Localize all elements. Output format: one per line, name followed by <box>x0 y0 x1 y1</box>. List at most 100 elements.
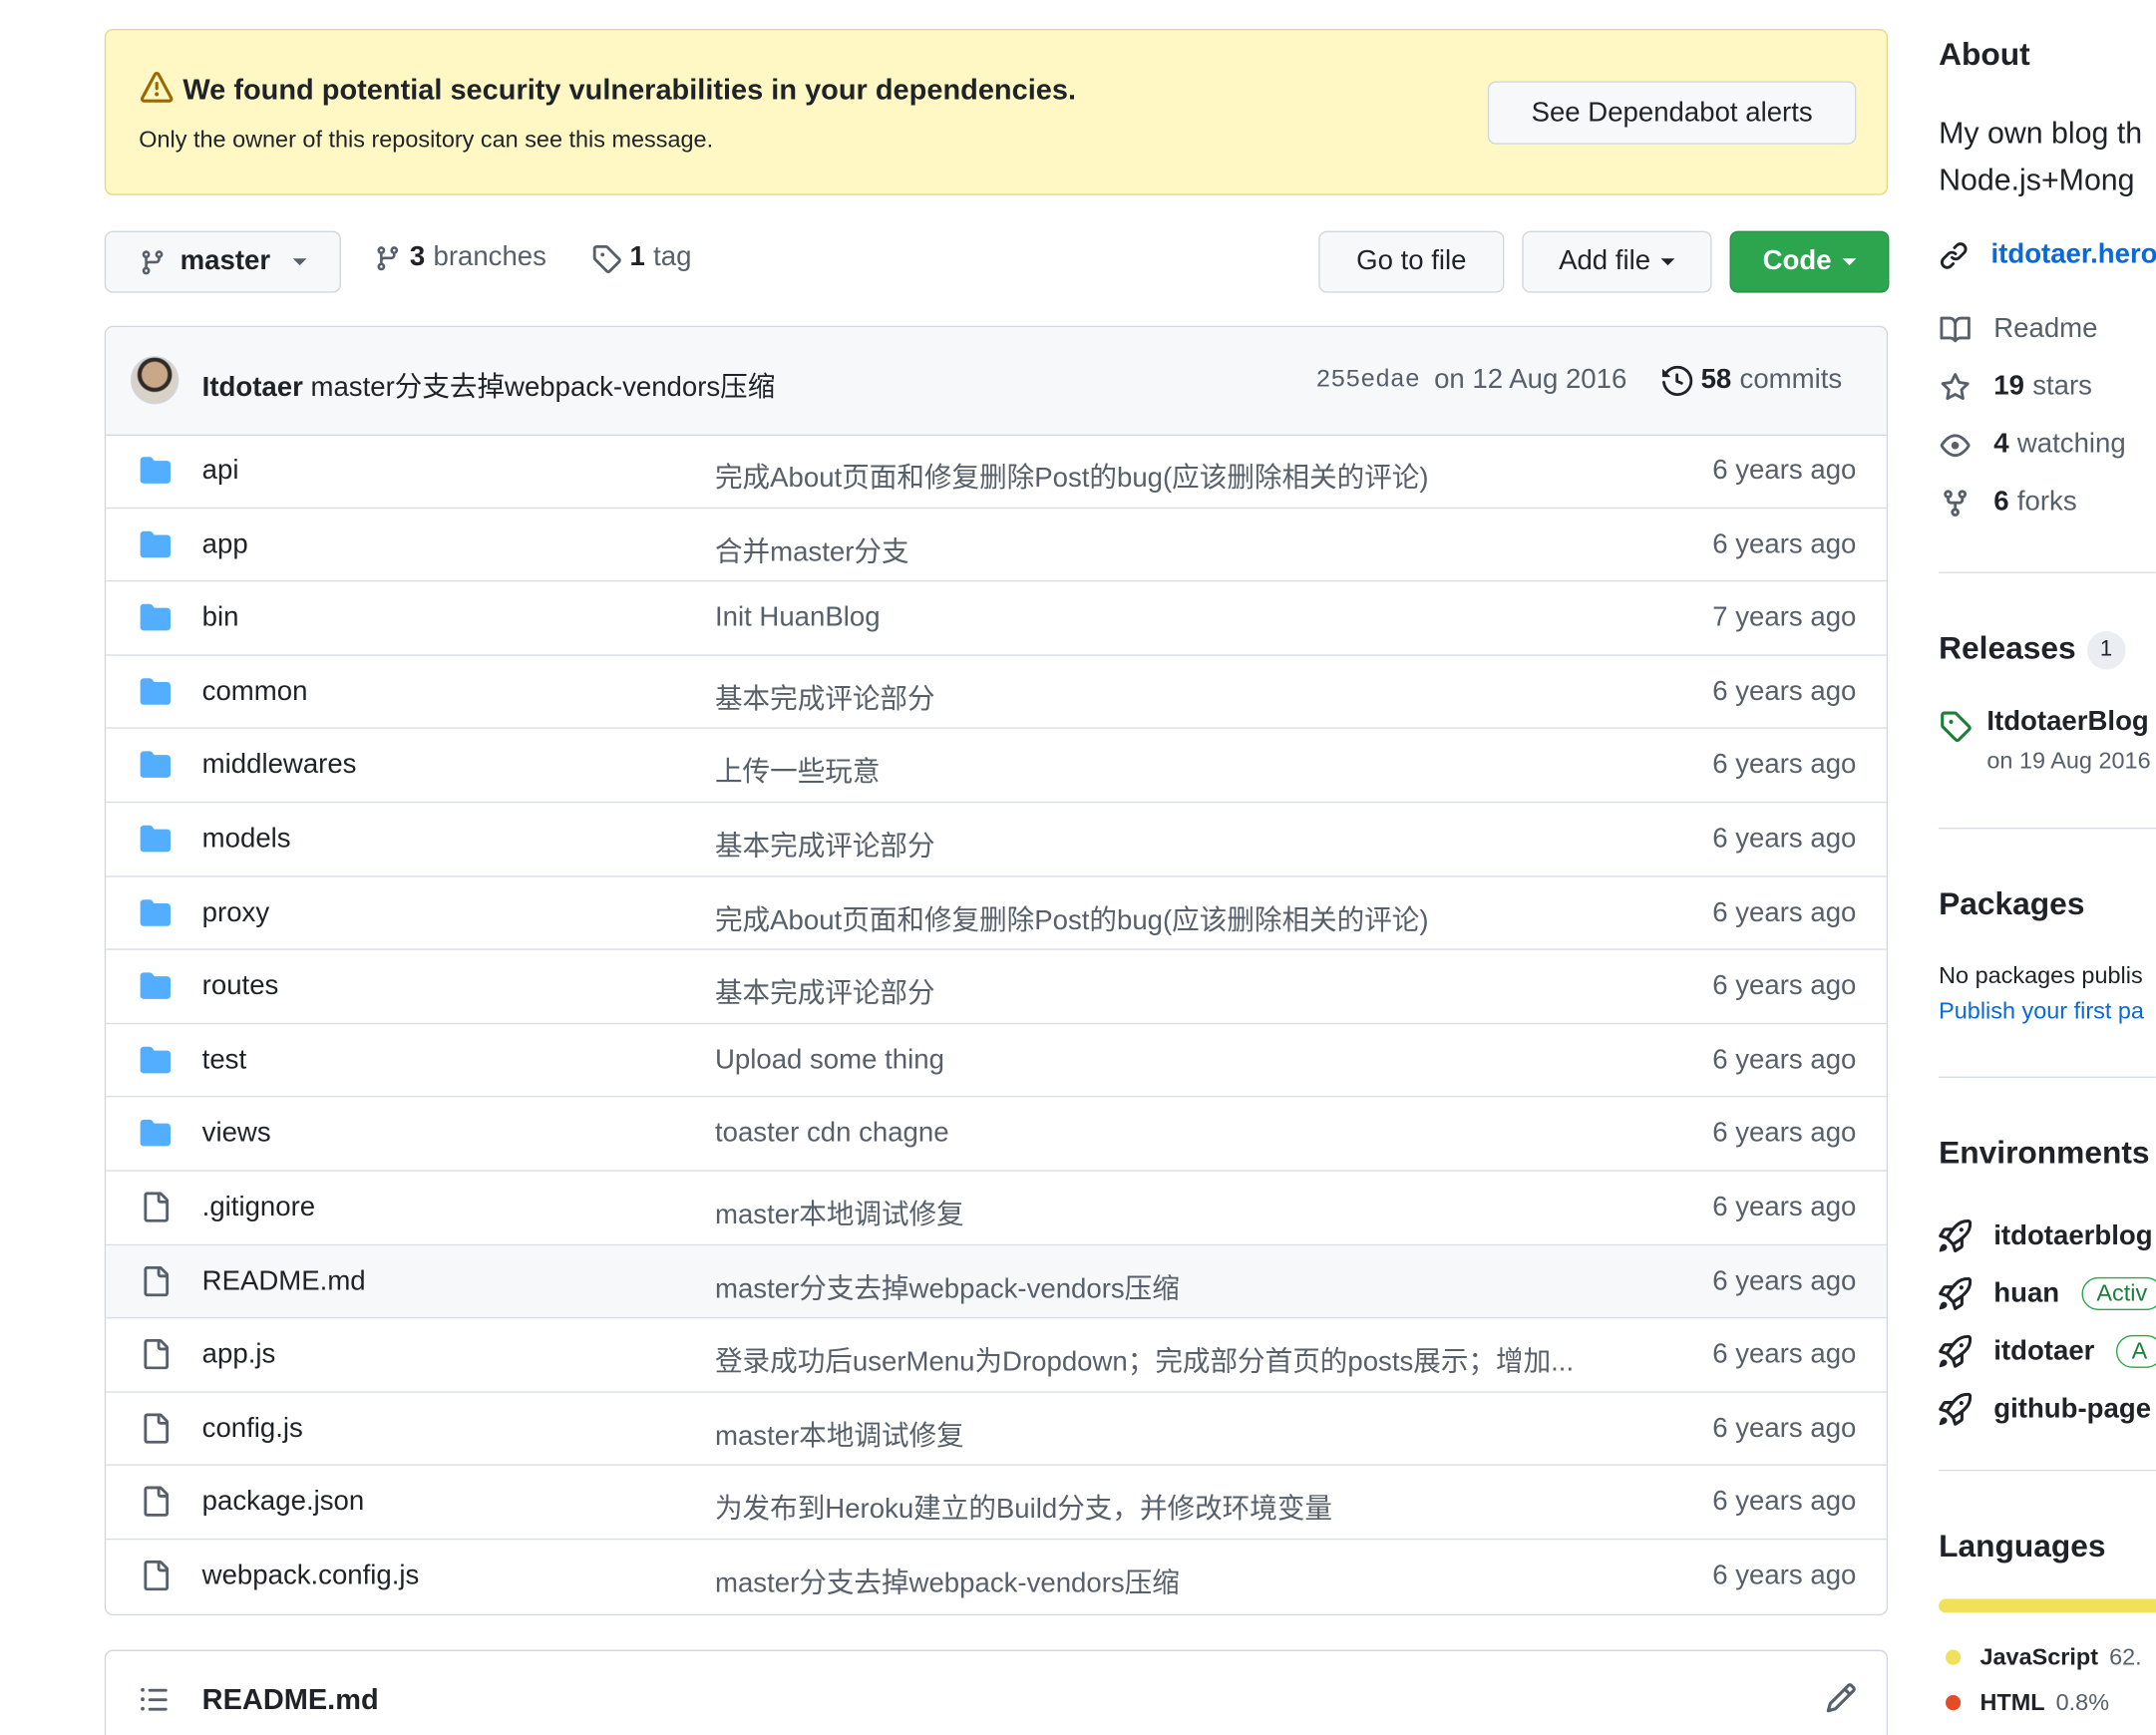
about-description: My own blog th Node.js+Mong <box>1939 110 2142 203</box>
file-commit-message[interactable]: 上传一些玩意 <box>715 750 1622 790</box>
file-name[interactable]: proxy <box>202 897 269 929</box>
file-name[interactable]: test <box>202 1045 246 1077</box>
folder-icon <box>139 824 172 854</box>
file-name[interactable]: app.js <box>202 1339 276 1371</box>
file-row[interactable]: common 基本完成评论部分 6 years ago <box>106 655 1887 730</box>
tag-icon <box>1939 709 1972 743</box>
publish-package-link[interactable]: Publish your first pa <box>1939 998 2144 1026</box>
file-row[interactable]: .gitignore master本地调试修复 6 years ago <box>106 1172 1887 1245</box>
file-commit-message[interactable]: master分支去掉webpack-vendors压缩 <box>715 1561 1622 1600</box>
file-name[interactable]: app <box>202 528 248 560</box>
pencil-icon[interactable] <box>1825 1681 1858 1714</box>
packages-heading[interactable]: Packages <box>1939 885 2084 922</box>
latest-commit-bar: Itdotaer master分支去掉webpack-vendors压缩 255… <box>106 327 1887 437</box>
file-row[interactable]: README.md master分支去掉webpack-vendors压缩 6 ye… <box>106 1244 1887 1319</box>
file-commit-message[interactable]: master本地调试修复 <box>715 1413 1622 1453</box>
language-item[interactable]: HTML 0.8% <box>1946 1680 2142 1726</box>
folder-icon <box>139 602 172 632</box>
sidebar-divider <box>1939 1469 2156 1472</box>
add-file-button[interactable]: Add file <box>1522 230 1712 293</box>
file-name[interactable]: .gitignore <box>202 1192 315 1223</box>
tags-link[interactable]: 1 tag <box>591 242 691 274</box>
file-name[interactable]: views <box>202 1118 271 1150</box>
commit-sha[interactable]: 255edae <box>1316 367 1420 395</box>
readme-title[interactable]: README.md <box>202 1684 379 1717</box>
file-row[interactable]: api 完成About页面和修复删除Post的bug(应该删除相关的评论) 6 ye… <box>106 435 1887 509</box>
file-commit-message[interactable]: Init HuanBlog <box>715 602 1622 634</box>
file-row[interactable]: webpack.config.js master分支去掉webpack-vendo… <box>106 1540 1887 1613</box>
file-row[interactable]: app 合并master分支 6 years ago <box>106 509 1887 582</box>
file-commit-message[interactable]: master分支去掉webpack-vendors压缩 <box>715 1265 1622 1305</box>
history-icon <box>1661 365 1693 396</box>
file-row[interactable]: middlewares 上传一些玩意 6 years ago <box>106 729 1887 804</box>
latest-release-name[interactable]: ItdotaerBlog <box>1986 707 2148 739</box>
file-commit-age: 6 years ago <box>1712 455 1857 486</box>
code-button[interactable]: Code <box>1729 230 1890 293</box>
commit-author[interactable]: Itdotaer <box>202 373 303 403</box>
file-commit-message[interactable]: 基本完成评论部分 <box>715 971 1622 1011</box>
stars-link[interactable]: 19 stars <box>1939 371 2092 403</box>
branches-link[interactable]: 3 branches <box>374 242 546 274</box>
environment-item[interactable]: itdotaer A <box>1939 1322 2156 1380</box>
file-commit-message[interactable]: 合并master分支 <box>715 528 1622 568</box>
file-commit-message[interactable]: 基本完成评论部分 <box>715 824 1622 864</box>
watching-link[interactable]: 4 watching <box>1939 429 2126 461</box>
file-commit-age: 6 years ago <box>1712 1560 1857 1591</box>
star-icon <box>1939 372 1972 402</box>
file-name[interactable]: config.js <box>202 1413 303 1445</box>
file-name[interactable]: models <box>202 824 291 856</box>
file-name[interactable]: bin <box>202 602 239 634</box>
readme-label: Readme <box>1993 313 2098 344</box>
language-name: JavaScript <box>1979 1643 2099 1670</box>
file-name[interactable]: routes <box>202 971 279 1003</box>
file-row[interactable]: routes 基本完成评论部分 6 years ago <box>106 950 1887 1024</box>
file-commit-message[interactable]: toaster cdn chagne <box>715 1118 1622 1150</box>
file-commit-message[interactable]: 完成About页面和修复删除Post的bug(应该删除相关的评论) <box>715 897 1622 937</box>
environment-item[interactable]: github-page <box>1939 1380 2156 1438</box>
language-item[interactable]: JavaScript 62. <box>1946 1634 2142 1680</box>
file-commit-message[interactable]: Upload some thing <box>715 1045 1622 1077</box>
releases-counter: 1 <box>2086 630 2126 670</box>
commits-count: 58 <box>1700 364 1732 395</box>
commits-link[interactable]: 58 commits <box>1661 364 1842 396</box>
environments-heading[interactable]: Environments <box>1939 1135 2149 1172</box>
branch-select-button[interactable]: master <box>104 230 341 293</box>
file-name[interactable]: middlewares <box>202 750 357 782</box>
forks-link[interactable]: 6 forks <box>1939 487 2077 519</box>
sidebar-divider <box>1939 828 2156 830</box>
file-row[interactable]: proxy 完成About页面和修复删除Post的bug(应该删除相关的评论) 6 … <box>106 876 1887 950</box>
releases-heading-row[interactable]: Releases 1 <box>1939 629 2126 670</box>
see-dependabot-alerts-button[interactable]: See Dependabot alerts <box>1487 81 1857 145</box>
packages-empty-text: No packages publis <box>1939 962 2143 989</box>
file-row[interactable]: app.js 登录成功后userMenu为Dropdown；完成部分首页的post… <box>106 1318 1887 1393</box>
file-name[interactable]: common <box>202 676 308 708</box>
language-color-dot <box>1946 1649 1962 1665</box>
file-commit-message[interactable]: 登录成功后userMenu为Dropdown；完成部分首页的posts展示；增加… <box>715 1339 1622 1379</box>
file-name[interactable]: package.json <box>202 1487 365 1519</box>
file-commit-message[interactable]: 为发布到Heroku建立的Build分支，并修改环境变量 <box>715 1487 1622 1527</box>
environment-item[interactable]: itdotaerblog <box>1939 1208 2156 1265</box>
file-commit-message[interactable]: 基本完成评论部分 <box>715 676 1622 716</box>
readme-panel: README.md <box>104 1649 1889 1735</box>
commit-message[interactable]: master分支去掉webpack-vendors压缩 <box>310 373 775 403</box>
environment-item[interactable]: huan Activ <box>1939 1264 2156 1322</box>
file-commit-message[interactable]: master本地调试修复 <box>715 1192 1622 1231</box>
folder-icon <box>139 971 172 1001</box>
file-row[interactable]: test Upload some thing 6 years ago <box>106 1024 1887 1098</box>
file-row[interactable]: bin Init HuanBlog 7 years ago <box>106 581 1887 656</box>
environment-name: itdotaer <box>1993 1335 2095 1366</box>
avatar[interactable] <box>130 356 180 405</box>
file-commit-message[interactable]: 完成About页面和修复删除Post的bug(应该删除相关的评论) <box>715 455 1622 495</box>
file-name[interactable]: README.md <box>202 1265 366 1297</box>
file-row[interactable]: package.json 为发布到Heroku建立的Build分支，并修改环境变量… <box>106 1466 1887 1541</box>
file-row[interactable]: config.js master本地调试修复 6 years ago <box>106 1392 1887 1467</box>
homepage-link-row: itdotaer.hero <box>1939 239 2156 271</box>
list-unordered-icon[interactable] <box>139 1684 169 1714</box>
file-name[interactable]: api <box>202 455 239 487</box>
file-row[interactable]: models 基本完成评论部分 6 years ago <box>106 803 1887 877</box>
file-name[interactable]: webpack.config.js <box>202 1561 420 1592</box>
readme-link[interactable]: Readme <box>1939 313 2098 345</box>
go-to-file-button[interactable]: Go to file <box>1318 230 1505 293</box>
homepage-link[interactable]: itdotaer.hero <box>1991 239 2156 271</box>
file-row[interactable]: views toaster cdn chagne 6 years ago <box>106 1098 1887 1172</box>
